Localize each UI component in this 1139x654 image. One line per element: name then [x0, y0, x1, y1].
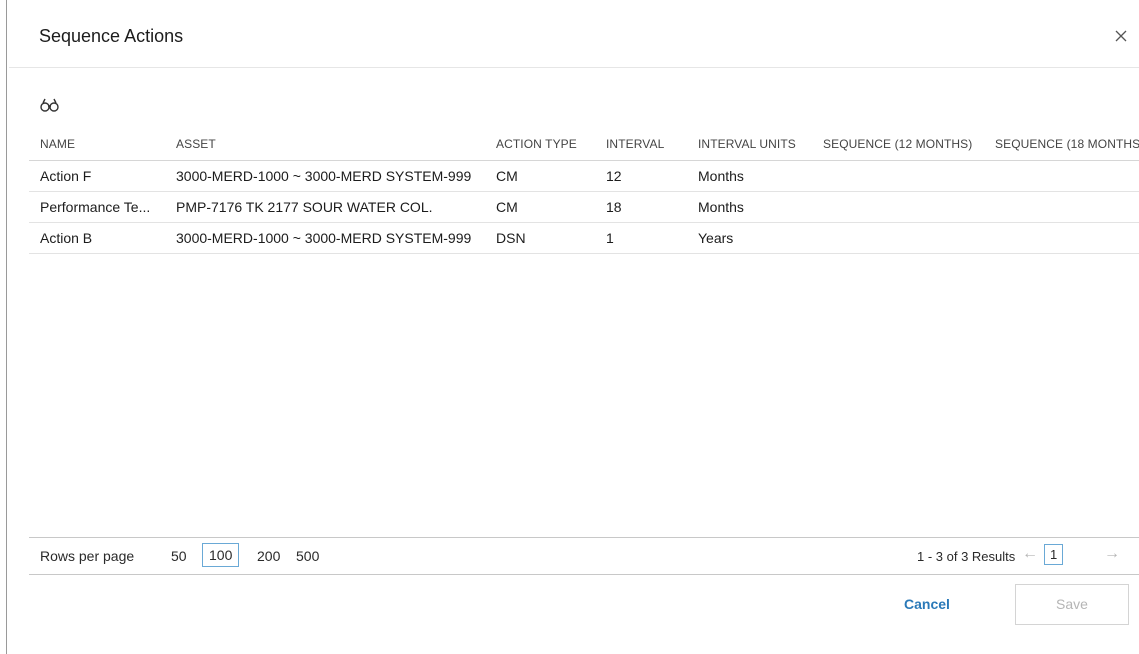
cell-name: Action B: [29, 222, 165, 254]
cell-interval: 1: [595, 222, 687, 254]
column-header-interval[interactable]: INTERVAL: [595, 128, 687, 161]
save-button[interactable]: Save: [1015, 584, 1129, 625]
cell-interval-units: Years: [687, 222, 812, 254]
cell-action-type: CM: [485, 160, 595, 192]
cancel-button[interactable]: Cancel: [904, 596, 950, 612]
cell-asset: 3000-MERD-1000 ~ 3000-MERD SYSTEM-999: [165, 222, 485, 254]
cell-interval-units: Months: [687, 191, 812, 223]
column-header-asset[interactable]: ASSET: [165, 128, 485, 161]
sequence-actions-grid: NAME ASSET ACTION TYPE INTERVAL INTERVAL…: [29, 128, 1139, 254]
column-header-action-type[interactable]: ACTION TYPE: [485, 128, 595, 161]
cell-interval: 18: [595, 191, 687, 223]
previous-page-arrow-icon[interactable]: ←: [1022, 545, 1038, 563]
cell-sequence-12-months: [812, 222, 984, 254]
dialog-title: Sequence Actions: [39, 26, 184, 46]
pagination-bar: Rows per page 50 100 200 500 1 - 3 of 3 …: [29, 537, 1139, 575]
column-header-name[interactable]: NAME: [29, 128, 165, 161]
results-count: 1 - 3 of 3 Results: [917, 549, 1016, 564]
close-icon[interactable]: [1113, 28, 1129, 44]
next-page-arrow-icon[interactable]: →: [1104, 545, 1120, 563]
rows-per-page-option-200[interactable]: 200: [257, 548, 280, 564]
rows-per-page-label: Rows per page: [40, 548, 135, 564]
column-header-sequence-18-months[interactable]: SEQUENCE (18 MONTHS): [984, 128, 1139, 161]
table-row[interactable]: Action F 3000-MERD-1000 ~ 3000-MERD SYST…: [29, 160, 1139, 192]
rows-per-page-option-100[interactable]: 100: [202, 543, 240, 567]
cell-asset: PMP-7176 TK 2177 SOUR WATER COL.: [165, 191, 485, 223]
cell-sequence-12-months: [812, 191, 984, 223]
table-row[interactable]: Performance Te... PMP-7176 TK 2177 SOUR …: [29, 191, 1139, 223]
binoculars-search-icon[interactable]: [39, 94, 61, 116]
cell-interval-units: Months: [687, 160, 812, 192]
column-header-sequence-12-months[interactable]: SEQUENCE (12 MONTHS): [812, 128, 984, 161]
background-window-edge: [0, 0, 9, 654]
cell-interval: 12: [595, 160, 687, 192]
page-number-button[interactable]: 1: [1044, 544, 1064, 565]
cell-sequence-12-months: [812, 160, 984, 192]
cell-name: Action F: [29, 160, 165, 192]
cell-sequence-18-months: [984, 222, 1139, 254]
dialog-header: Sequence Actions: [9, 0, 1139, 68]
rows-per-page-option-500[interactable]: 500: [296, 548, 319, 564]
cell-action-type: CM: [485, 191, 595, 223]
cell-sequence-18-months: [984, 160, 1139, 192]
cell-name: Performance Te...: [29, 191, 165, 223]
grid-header-row: NAME ASSET ACTION TYPE INTERVAL INTERVAL…: [29, 128, 1139, 161]
sequence-actions-dialog: Sequence Actions NAME ASSET ACTION TYPE …: [9, 0, 1139, 654]
cell-action-type: DSN: [485, 222, 595, 254]
rows-per-page-option-50[interactable]: 50: [171, 548, 187, 564]
cell-sequence-18-months: [984, 191, 1139, 223]
table-row[interactable]: Action B 3000-MERD-1000 ~ 3000-MERD SYST…: [29, 222, 1139, 254]
column-header-interval-units[interactable]: INTERVAL UNITS: [687, 128, 812, 161]
cell-asset: 3000-MERD-1000 ~ 3000-MERD SYSTEM-999: [165, 160, 485, 192]
